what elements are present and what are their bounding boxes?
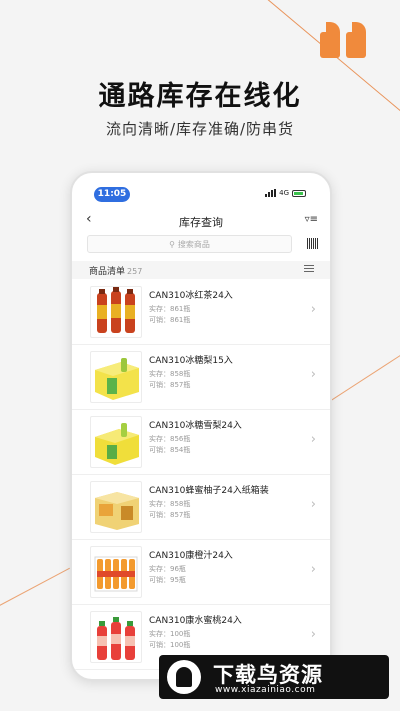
status-bar: 11:05 4G	[72, 187, 330, 203]
product-name: CAN310康水蜜桃24入	[149, 616, 242, 626]
list-item[interactable]: CAN310康橙汁24入 实存：96瓶 可销：95瓶 ›	[72, 540, 330, 605]
product-image	[90, 481, 142, 533]
battery-icon	[292, 189, 306, 197]
product-sellable: 可销：857瓶	[149, 381, 191, 389]
chevron-right-icon: ›	[310, 562, 316, 577]
decor-line	[0, 567, 70, 611]
status-time: 11:05	[94, 187, 130, 202]
product-image	[90, 611, 142, 663]
list-header: 商品清单 257	[72, 261, 330, 279]
chevron-right-icon: ›	[310, 432, 316, 447]
product-image	[90, 286, 142, 338]
signal-icon	[265, 189, 277, 197]
search-placeholder: 搜索商品	[177, 240, 210, 249]
product-name: CAN310冰糖雪梨24入	[149, 421, 242, 431]
product-name: CAN310蜂蜜柚子24入纸箱装	[149, 486, 269, 496]
product-sellable: 可销：95瓶	[149, 576, 186, 584]
watermark-banner: 下载鸟资源 www.xiazainiao.com	[159, 655, 389, 699]
status-indicators: 4G	[265, 189, 306, 197]
product-stock: 实存：856瓶	[149, 435, 191, 443]
search-input[interactable]: ⚲ 搜索商品	[87, 235, 292, 253]
chevron-right-icon: ›	[310, 367, 316, 382]
product-stock: 实存：100瓶	[149, 630, 191, 638]
hero-subtitle: 流向清晰/库存准确/防串货	[105, 120, 295, 138]
list-menu-icon[interactable]	[304, 265, 314, 273]
product-sellable: 可销：857瓶	[149, 511, 191, 519]
list-count: 257	[127, 267, 143, 276]
product-stock: 实存：858瓶	[149, 370, 191, 378]
product-name: CAN310冰糖梨15入	[149, 356, 233, 366]
watermark-url: www.xiazainiao.com	[215, 685, 316, 695]
product-name: CAN310冰红茶24入	[149, 291, 233, 301]
product-stock: 实存：861瓶	[149, 305, 191, 313]
product-sellable: 可销：854瓶	[149, 446, 191, 454]
page-title: 库存查询	[179, 216, 223, 229]
phone-frame: 11:05 4G ‹ 库存查询 ▿≡ ⚲ 搜索商品 商品清单 257 CAN31…	[70, 171, 332, 681]
product-sellable: 可销：100瓶	[149, 641, 191, 649]
product-name: CAN310康橙汁24入	[149, 551, 233, 561]
list-item[interactable]: CAN310蜂蜜柚子24入纸箱装 实存：858瓶 可销：857瓶 ›	[72, 475, 330, 540]
barcode-icon[interactable]	[307, 238, 319, 249]
product-image	[90, 546, 142, 598]
search-icon: ⚲	[169, 240, 175, 249]
nav-bar: ‹ 库存查询 ▿≡	[72, 209, 330, 233]
bird-logo-icon	[167, 660, 201, 694]
list-item[interactable]: CAN310冰红茶24入 实存：861瓶 可销：861瓶 ›	[72, 280, 330, 345]
chevron-right-icon: ›	[310, 302, 316, 317]
network-label: 4G	[279, 189, 289, 197]
product-sellable: 可销：861瓶	[149, 316, 191, 324]
chevron-right-icon: ›	[310, 627, 316, 642]
product-image	[90, 351, 142, 403]
list-label: 商品清单	[89, 267, 126, 277]
product-stock: 实存：858瓶	[149, 500, 191, 508]
list-item[interactable]: CAN310冰糖梨15入 实存：858瓶 可销：857瓶 ›	[72, 345, 330, 410]
quote-mark-icon	[320, 22, 366, 58]
search-row: ⚲ 搜索商品	[87, 235, 319, 253]
product-image	[90, 416, 142, 468]
chevron-right-icon: ›	[310, 497, 316, 512]
product-stock: 实存：96瓶	[149, 565, 186, 573]
filter-icon[interactable]: ▿≡	[305, 214, 318, 225]
hero-title: 通路库存在线化	[98, 81, 302, 112]
list-item[interactable]: CAN310冰糖雪梨24入 实存：856瓶 可销：854瓶 ›	[72, 410, 330, 475]
